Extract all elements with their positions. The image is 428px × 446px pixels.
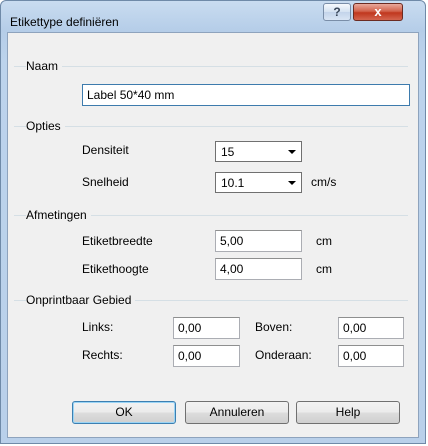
cancel-button[interactable]: Annuleren — [185, 401, 289, 424]
boven-label: Boven: — [255, 320, 293, 334]
rechts-input[interactable]: 0,00 — [173, 345, 240, 367]
etiketbreedte-unit: cm — [316, 234, 332, 248]
naam-group-divider — [14, 66, 408, 67]
onderaan-label: Onderaan: — [255, 348, 312, 362]
etikethoogte-unit: cm — [316, 262, 332, 276]
boven-input[interactable]: 0,00 — [338, 317, 404, 339]
snelheid-select[interactable]: 10.1 — [215, 172, 302, 193]
etikethoogte-input[interactable]: 4,00 — [215, 258, 302, 280]
onprintbaar-group-label: Onprintbaar Gebied — [26, 293, 136, 307]
title-bar[interactable]: Etikettype definiëren ? x — [1, 1, 425, 31]
chevron-down-icon — [288, 181, 296, 185]
onderaan-input[interactable]: 0,00 — [338, 345, 404, 367]
etiketbreedte-label: Etiketbreedte — [82, 234, 153, 248]
opties-group-label: Opties — [26, 119, 65, 133]
snelheid-unit: cm/s — [311, 175, 337, 189]
densiteit-select-value: 15 — [221, 145, 235, 159]
help-button[interactable]: Help — [296, 401, 400, 424]
links-input[interactable]: 0,00 — [173, 317, 240, 339]
densiteit-select[interactable]: 15 — [215, 141, 302, 162]
afmetingen-group-label: Afmetingen — [26, 208, 91, 222]
question-mark-icon: ? — [333, 5, 341, 19]
ok-button[interactable]: OK — [72, 401, 176, 424]
naam-input[interactable]: Label 50*40 mm — [82, 84, 410, 106]
etikethoogte-label: Etikethoogte — [82, 262, 149, 276]
close-button[interactable]: x — [353, 3, 403, 21]
dialog-client-area: Naam Label 50*40 mm Opties Densiteit 15 … — [7, 32, 419, 438]
links-label: Links: — [82, 320, 114, 334]
help-title-button[interactable]: ? — [323, 3, 351, 21]
opties-group-divider — [14, 126, 408, 127]
close-icon: x — [374, 4, 382, 19]
naam-group-label: Naam — [26, 59, 63, 73]
chevron-down-icon — [288, 150, 296, 154]
densiteit-label: Densiteit — [82, 143, 129, 157]
snelheid-select-value: 10.1 — [221, 176, 245, 190]
dialog-window: Etikettype definiëren ? x Naam Label 50*… — [0, 0, 426, 444]
rechts-label: Rechts: — [82, 348, 123, 362]
snelheid-label: Snelheid — [82, 175, 129, 189]
etiketbreedte-input[interactable]: 5,00 — [215, 230, 302, 252]
window-title: Etikettype definiëren — [10, 15, 119, 29]
